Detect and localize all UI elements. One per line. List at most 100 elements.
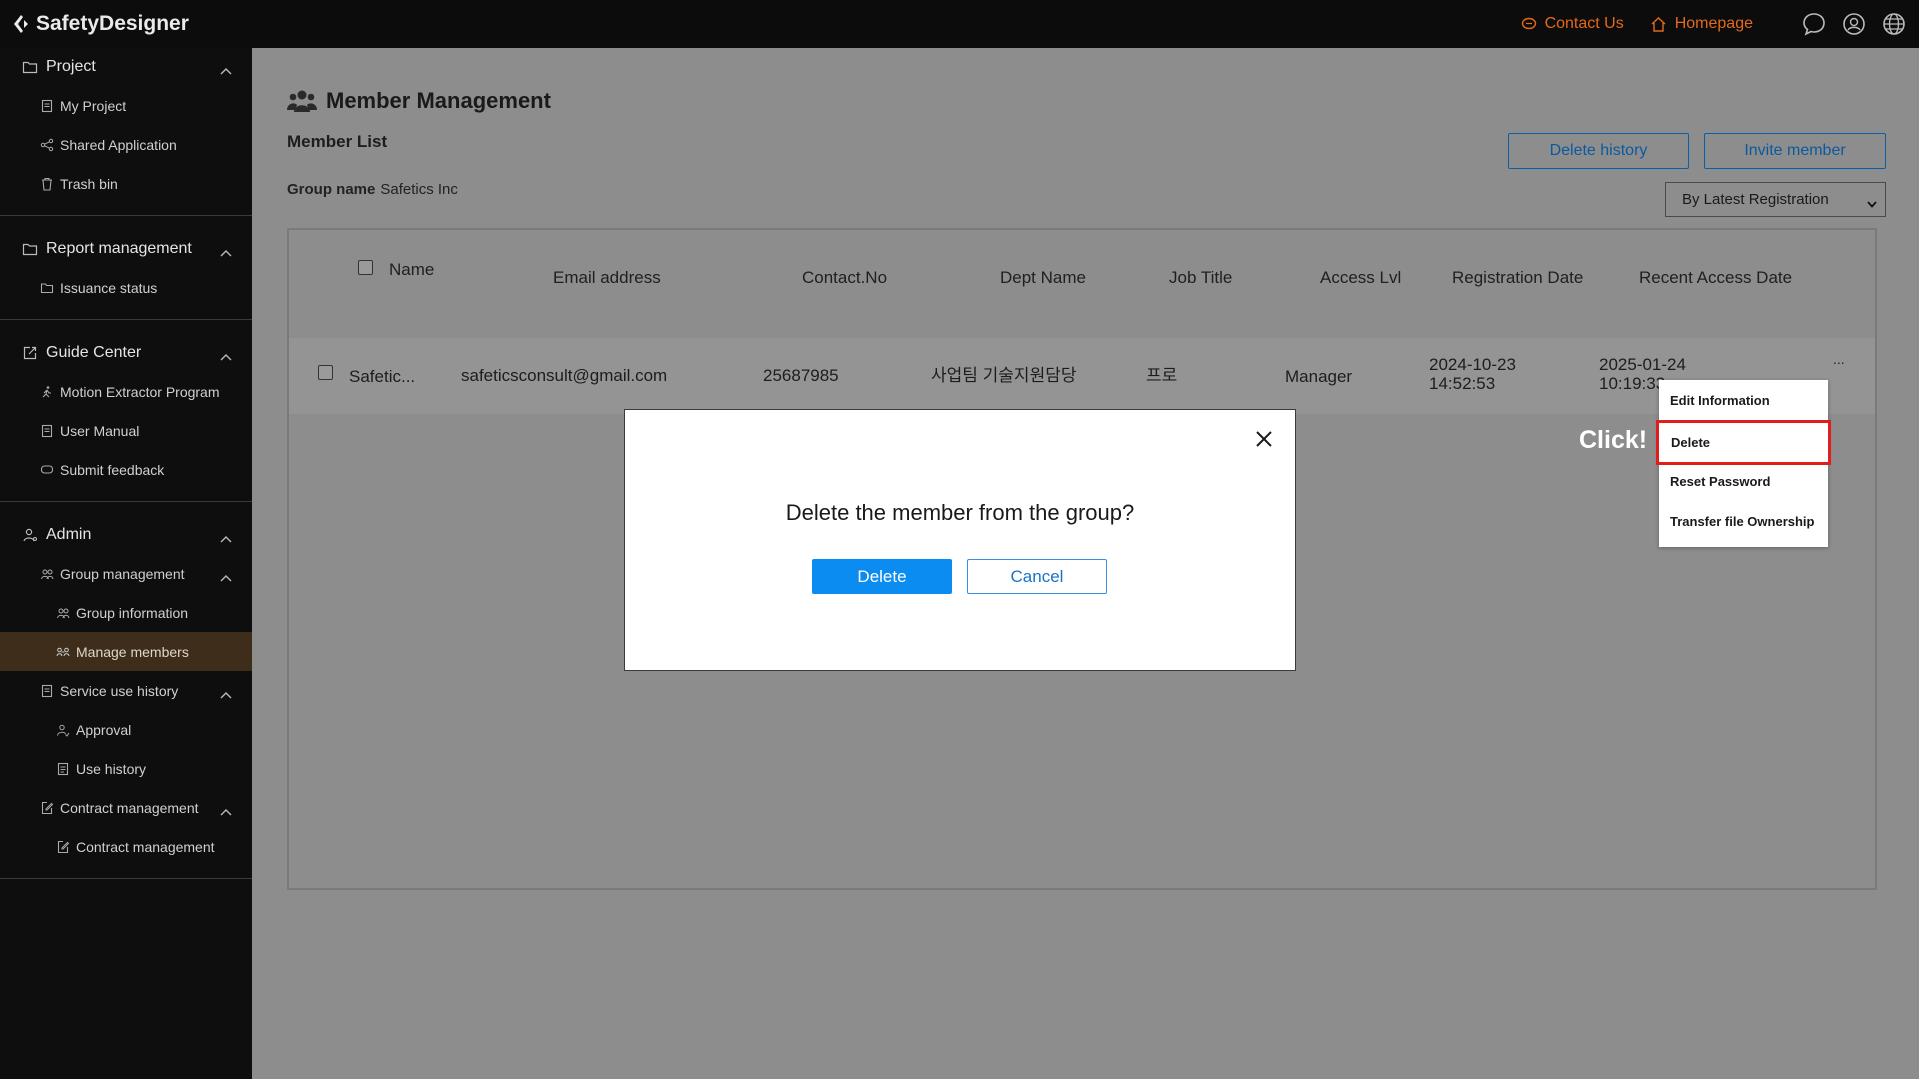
invite-member-button[interactable]: Invite member: [1704, 133, 1886, 169]
chevron-up-icon[interactable]: [220, 244, 232, 262]
sidebar-head-report[interactable]: Report management: [0, 230, 252, 268]
sidebar-item-submit-feedback[interactable]: Submit feedback: [0, 450, 252, 489]
sidebar-item-shared-application[interactable]: Shared Application: [0, 125, 252, 164]
group-name-value: Safetics Inc: [380, 181, 458, 198]
sidebar-item-manage-members[interactable]: Manage members: [0, 632, 252, 671]
menu-item-edit-information[interactable]: Edit Information: [1659, 380, 1828, 420]
column-header-dept[interactable]: Dept Name: [1000, 268, 1086, 288]
contact-us-label: Contact Us: [1544, 15, 1624, 32]
sidebar-item-label: Submit feedback: [60, 461, 165, 478]
sidebar-item-issuance-status[interactable]: Issuance status: [0, 268, 252, 307]
sidebar-head-label: Guide Center: [46, 344, 142, 361]
sort-select[interactable]: By Latest Registration: [1665, 182, 1886, 217]
sidebar-item-label: Motion Extractor Program: [60, 383, 220, 400]
sidebar-head-label: Admin: [46, 526, 92, 543]
page-title-text: Member Management: [326, 88, 551, 113]
cell-contact: 25687985: [763, 366, 839, 385]
logo-icon: [14, 15, 28, 33]
app-logo[interactable]: SafetyDesigner: [12, 12, 189, 36]
sidebar-section-admin: Admin Group management Group information…: [0, 516, 252, 879]
homepage-link[interactable]: Homepage: [1650, 15, 1753, 33]
sidebar-item-group-information[interactable]: Group information: [0, 593, 252, 632]
home-icon: [1651, 17, 1666, 32]
top-bar: SafetyDesigner Contact Us Homepage: [0, 0, 1919, 48]
sidebar-subhead-contract-management[interactable]: Contract management: [0, 788, 252, 827]
sidebar-item-label: My Project: [60, 97, 127, 114]
share-icon: [40, 138, 54, 152]
chevron-up-icon[interactable]: [220, 569, 232, 585]
running-person-icon: [40, 385, 54, 399]
menu-item-delete[interactable]: Delete: [1656, 420, 1831, 465]
sidebar-item-label: User Manual: [60, 422, 140, 439]
sidebar-item-use-history[interactable]: Use history: [0, 749, 252, 788]
sidebar-subhead-group-management[interactable]: Group management: [0, 554, 252, 593]
chevron-up-icon[interactable]: [220, 530, 232, 548]
column-header-job-title[interactable]: Job Title: [1169, 268, 1232, 288]
members-icon: [56, 645, 70, 659]
chat-bubble-icon: [40, 463, 54, 477]
sidebar-item-motion-extractor[interactable]: Motion Extractor Program: [0, 372, 252, 411]
chevron-up-icon[interactable]: [220, 62, 232, 80]
registration-time: 14:52:53: [1429, 374, 1496, 393]
sidebar-subhead-label: Service use history: [60, 682, 179, 699]
delete-history-button[interactable]: Delete history: [1508, 133, 1689, 169]
globe-icon[interactable]: [1881, 11, 1907, 37]
sidebar: Project My Project Shared Application Tr…: [0, 48, 252, 1079]
trash-icon: [40, 177, 54, 191]
sidebar-subhead-label: Group management: [60, 565, 185, 582]
document-icon: [40, 684, 54, 698]
document-icon: [40, 424, 54, 438]
sidebar-item-my-project[interactable]: My Project: [0, 86, 252, 125]
column-header-access-lvl[interactable]: Access Lvl: [1320, 268, 1401, 288]
user-icon[interactable]: [1841, 11, 1867, 37]
cell-access-lvl: Manager: [1285, 367, 1353, 386]
sidebar-section-report: Report management Issuance status: [0, 230, 252, 320]
sidebar-item-user-manual[interactable]: User Manual: [0, 411, 252, 450]
sidebar-head-admin[interactable]: Admin: [0, 516, 252, 554]
row-checkbox[interactable]: [318, 365, 333, 380]
column-header-name[interactable]: Name: [389, 260, 434, 280]
sidebar-subhead-service-history[interactable]: Service use history: [0, 671, 252, 710]
sidebar-item-trash-bin[interactable]: Trash bin: [0, 164, 252, 203]
user-check-icon: [56, 723, 70, 737]
confirm-delete-button[interactable]: Delete: [812, 559, 952, 594]
cell-dept: 사업팀 기술지원담당: [931, 366, 1077, 385]
cell-name: Safetic...: [349, 367, 416, 386]
column-header-email[interactable]: Email address: [553, 268, 661, 288]
app-title: SafetyDesigner: [36, 12, 189, 35]
cell-registration-date: 2024-10-23 14:52:53: [1429, 355, 1516, 393]
edit-document-icon: [40, 801, 54, 815]
chevron-up-icon[interactable]: [220, 803, 232, 819]
sidebar-item-contract-management[interactable]: Contract management: [0, 827, 252, 866]
folder-icon: [22, 241, 38, 257]
contact-us-link[interactable]: Contact Us: [1521, 15, 1624, 33]
close-icon[interactable]: [1255, 430, 1273, 453]
table-row[interactable]: Safetic... safeticsconsult@gmail.com 256…: [289, 338, 1875, 414]
cancel-button[interactable]: Cancel: [967, 559, 1107, 594]
document-icon: [56, 762, 70, 776]
sidebar-head-project[interactable]: Project: [0, 48, 252, 86]
menu-item-transfer-ownership[interactable]: Transfer file Ownership: [1659, 501, 1828, 541]
chevron-up-icon[interactable]: [220, 348, 232, 366]
sidebar-item-approval[interactable]: Approval: [0, 710, 252, 749]
chat-icon[interactable]: [1801, 11, 1827, 37]
recent-access-date: 2025-01-24: [1599, 355, 1686, 374]
cell-job-title: 프로: [1146, 366, 1178, 385]
members-icon: [287, 90, 317, 112]
external-link-icon: [22, 345, 38, 361]
menu-item-reset-password[interactable]: Reset Password: [1659, 461, 1828, 501]
sort-select-value: By Latest Registration: [1682, 191, 1829, 208]
document-icon: [40, 99, 54, 113]
admin-user-icon: [22, 527, 38, 543]
chevron-up-icon[interactable]: [220, 686, 232, 702]
sidebar-section-guide: Guide Center Motion Extractor Program Us…: [0, 334, 252, 502]
column-header-recent-access-date[interactable]: Recent Access Date: [1639, 268, 1792, 288]
row-more-button[interactable]: ...: [1833, 350, 1845, 369]
column-header-registration-date[interactable]: Registration Date: [1452, 268, 1583, 288]
row-context-menu: Edit Information Delete Reset Password T…: [1656, 380, 1831, 547]
column-header-contact[interactable]: Contact.No: [802, 268, 887, 288]
select-all-checkbox[interactable]: [358, 260, 373, 275]
registration-date: 2024-10-23: [1429, 355, 1516, 374]
cell-email: safeticsconsult@gmail.com: [461, 366, 668, 385]
sidebar-head-guide[interactable]: Guide Center: [0, 334, 252, 372]
